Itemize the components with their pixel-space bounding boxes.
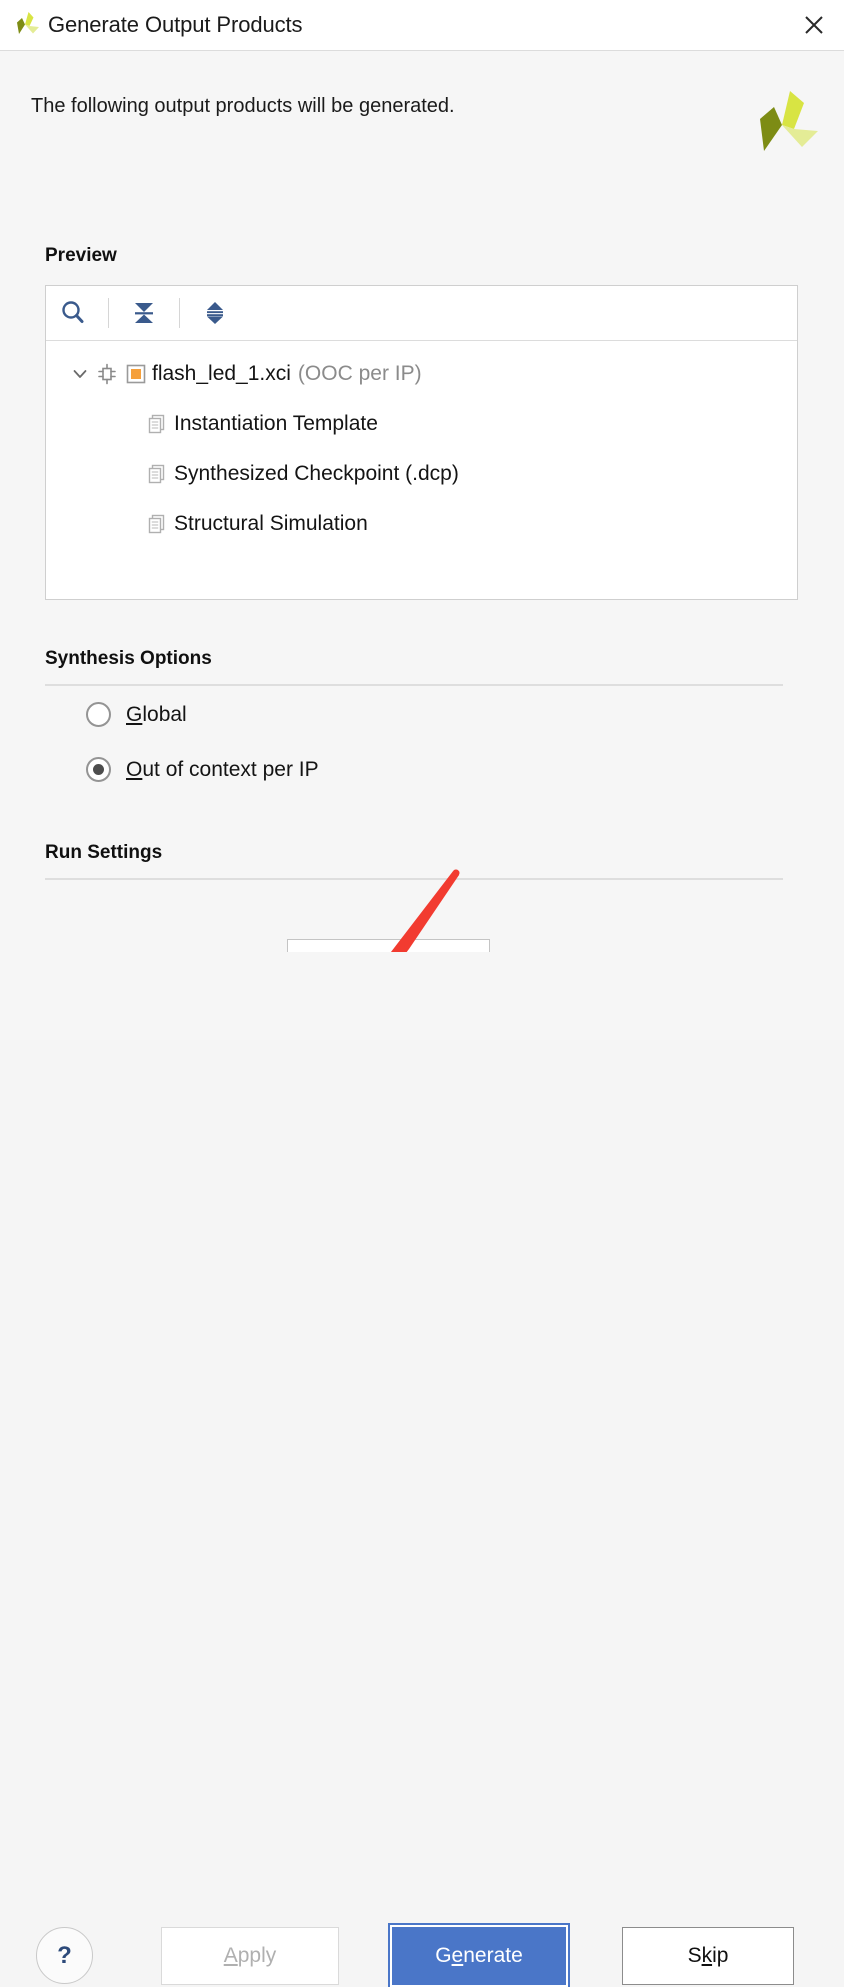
- radio-out-of-context-per-ip[interactable]: Out of context per IP: [86, 757, 319, 782]
- radio-global-label: Global: [126, 702, 187, 726]
- document-icon: [146, 512, 170, 536]
- tree-child-label: Instantiation Template: [174, 412, 378, 435]
- generate-button-label: Generate: [435, 1944, 523, 1967]
- tree-toolbar: [46, 286, 797, 341]
- preview-tree-panel: flash_led_1.xci (OOC per IP) Instantiati…: [45, 285, 798, 600]
- vivado-pinwheel-logo-icon: [17, 12, 39, 34]
- tree-row-instantiation-template[interactable]: Instantiation Template: [46, 399, 797, 449]
- close-icon: [805, 16, 823, 34]
- chevron-down-icon[interactable]: [66, 365, 94, 383]
- dialog-title: Generate Output Products: [48, 12, 303, 37]
- generate-button[interactable]: Generate: [388, 1923, 570, 1987]
- help-button[interactable]: ?: [36, 1927, 93, 1984]
- tree-child-label: Structural Simulation: [174, 512, 368, 535]
- tree-row-structural-simulation[interactable]: Structural Simulation: [46, 499, 797, 549]
- collapse-all-button[interactable]: [117, 286, 171, 340]
- document-icon: [146, 412, 170, 436]
- tree-root-suffix: (OOC per IP): [297, 362, 422, 385]
- radio-global-mark[interactable]: [86, 702, 111, 727]
- search-icon: [62, 301, 84, 323]
- orange-square-icon: [124, 362, 148, 386]
- expand-all-button[interactable]: [188, 286, 242, 340]
- preview-heading: Preview: [45, 245, 117, 266]
- dialog-titlebar: Generate Output Products: [0, 0, 844, 51]
- toolbar-divider: [108, 298, 109, 328]
- toolbar-divider: [179, 298, 180, 328]
- synthesis-options-rule: [45, 684, 783, 686]
- tree-row-synthesized-checkpoint[interactable]: Synthesized Checkpoint (.dcp): [46, 449, 797, 499]
- close-button[interactable]: [796, 8, 832, 42]
- skip-button[interactable]: Skip: [622, 1927, 794, 1985]
- expand-all-icon: [207, 302, 223, 324]
- run-settings-rule: [45, 878, 783, 880]
- search-button[interactable]: [46, 286, 100, 340]
- run-settings-heading: Run Settings: [45, 842, 163, 863]
- apply-button-label: Apply: [223, 1944, 277, 1967]
- tree-child-label: Synthesized Checkpoint (.dcp): [174, 462, 459, 485]
- ip-core-icon: [94, 361, 120, 387]
- intro-text: The following output products will be ge…: [31, 95, 455, 117]
- dialog-body: The following output products will be ge…: [0, 51, 844, 991]
- synthesis-options-heading: Synthesis Options: [45, 648, 212, 669]
- radio-out-of-context-mark[interactable]: [86, 757, 111, 782]
- collapse-all-icon: [135, 303, 153, 323]
- skip-button-label: Skip: [687, 1944, 729, 1967]
- vivado-brand-logo-icon: [760, 91, 818, 151]
- apply-button[interactable]: Apply: [161, 1927, 339, 1985]
- tree-content: flash_led_1.xci (OOC per IP) Instantiati…: [46, 341, 797, 549]
- radio-global[interactable]: Global: [86, 702, 187, 727]
- document-icon: [146, 462, 170, 486]
- tree-row-root[interactable]: flash_led_1.xci (OOC per IP): [46, 349, 797, 399]
- radio-out-of-context-label: Out of context per IP: [126, 757, 319, 781]
- dialog-footer: ? Apply Generate Skip: [0, 952, 844, 1987]
- tree-root-label: flash_led_1.xci: [152, 362, 291, 385]
